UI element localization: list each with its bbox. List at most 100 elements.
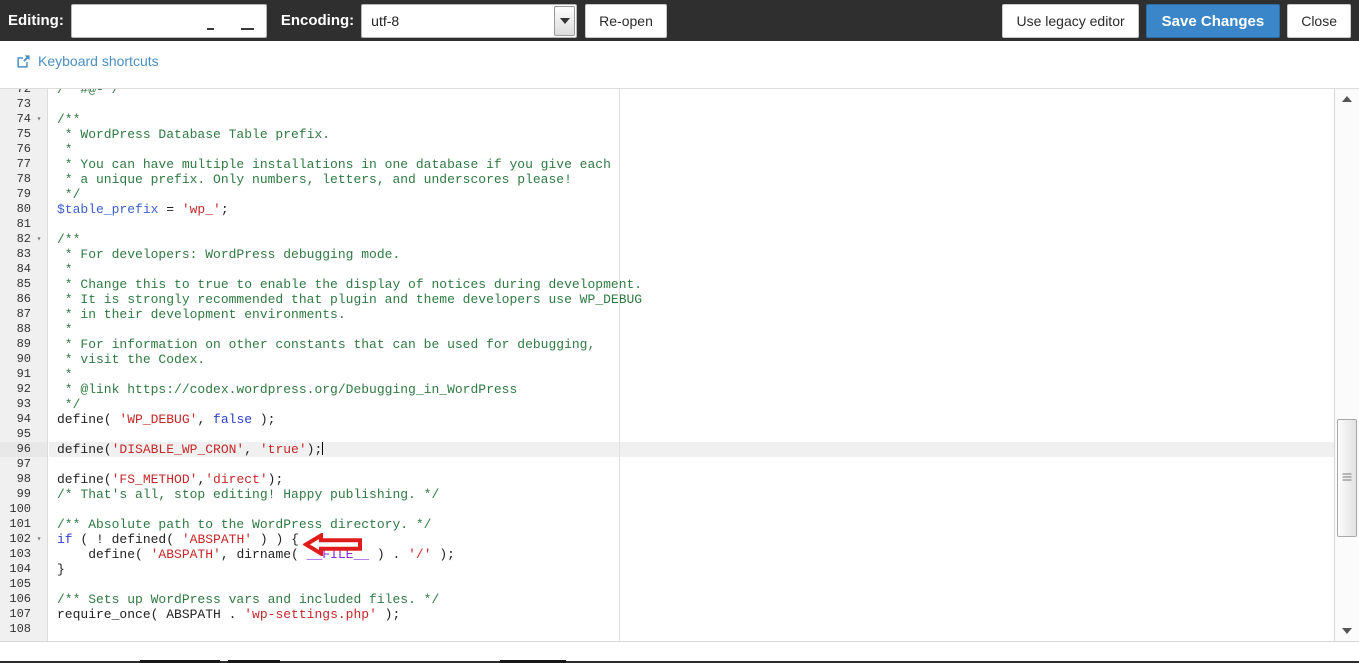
line-number[interactable]: 94: [0, 412, 47, 427]
line-number[interactable]: 79: [0, 187, 47, 202]
code-line[interactable]: *: [49, 322, 1334, 337]
code-token: );: [267, 472, 284, 487]
code-line[interactable]: /* That's all, stop editing! Happy publi…: [49, 487, 1334, 502]
line-number[interactable]: 101: [0, 517, 47, 532]
code-line[interactable]: define('FS_METHOD','direct');: [49, 472, 1334, 487]
line-number[interactable]: 98: [0, 472, 47, 487]
code-line[interactable]: define( 'WP_DEBUG', false );: [49, 412, 1334, 427]
close-button[interactable]: Close: [1287, 4, 1351, 38]
code-line[interactable]: * in their development environments.: [49, 307, 1334, 322]
scroll-down-button[interactable]: [1335, 621, 1359, 641]
code-line[interactable]: * It is strongly recommended that plugin…: [49, 292, 1334, 307]
scroll-up-button[interactable]: [1335, 89, 1359, 109]
code-line[interactable]: /** Absolute path to the WordPress direc…: [49, 517, 1334, 532]
line-number[interactable]: 86: [0, 292, 47, 307]
code-line[interactable]: */: [49, 397, 1334, 412]
line-number[interactable]: 102 ▾: [0, 532, 47, 547]
reopen-button[interactable]: Re-open: [585, 3, 667, 38]
line-number[interactable]: 85: [0, 277, 47, 292]
line-number[interactable]: 93: [0, 397, 47, 412]
line-number[interactable]: 82 ▾: [0, 232, 47, 247]
line-number[interactable]: 76: [0, 142, 47, 157]
use-legacy-editor-button[interactable]: Use legacy editor: [1002, 4, 1139, 38]
line-number[interactable]: 103: [0, 547, 47, 562]
code-line[interactable]: [49, 622, 1334, 637]
line-number[interactable]: 84: [0, 262, 47, 277]
code-line[interactable]: if ( ! defined( 'ABSPATH' ) ) {: [49, 532, 1334, 547]
code-line[interactable]: }: [49, 562, 1334, 577]
code-line[interactable]: /**#@-*/: [49, 89, 1334, 97]
line-number[interactable]: 95: [0, 427, 47, 442]
code-line[interactable]: * WordPress Database Table prefix.: [49, 127, 1334, 142]
code-line[interactable]: */: [49, 187, 1334, 202]
code-line[interactable]: [49, 457, 1334, 472]
line-number[interactable]: 99: [0, 487, 47, 502]
code-line[interactable]: * a unique prefix. Only numbers, letters…: [49, 172, 1334, 187]
code-line[interactable]: [49, 217, 1334, 232]
line-number[interactable]: 87: [0, 307, 47, 322]
code-token: define(: [57, 547, 151, 562]
line-number[interactable]: 88: [0, 322, 47, 337]
code-token: }: [57, 562, 65, 577]
line-number-label: 87: [16, 307, 31, 321]
line-number[interactable]: 90: [0, 352, 47, 367]
line-number[interactable]: 74 ▾: [0, 112, 47, 127]
line-number[interactable]: 106: [0, 592, 47, 607]
line-number[interactable]: 92: [0, 382, 47, 397]
line-number-label: 77: [16, 157, 31, 171]
keyboard-shortcuts-link[interactable]: Keyboard shortcuts: [16, 53, 159, 69]
line-number[interactable]: 97: [0, 457, 47, 472]
line-number-label: 96: [16, 442, 31, 456]
code-line[interactable]: require_once( ABSPATH . 'wp-settings.php…: [49, 607, 1334, 622]
code-line[interactable]: [49, 502, 1334, 517]
line-number-label: 79: [16, 187, 31, 201]
code-line[interactable]: [49, 577, 1334, 592]
code-editor[interactable]: 72 73 74 ▾ 75 76 77 78 79 80 81 82 ▾ 83 84 85 86 87 88 89 90…: [0, 89, 1359, 641]
code-line[interactable]: $table_prefix = 'wp_';: [49, 202, 1334, 217]
save-changes-button[interactable]: Save Changes: [1145, 4, 1281, 38]
code-line[interactable]: [49, 427, 1334, 442]
line-number[interactable]: 80: [0, 202, 47, 217]
code-line[interactable]: *: [49, 367, 1334, 382]
code-fold-toggle-icon[interactable]: ▾: [34, 532, 44, 547]
code-line[interactable]: * For developers: WordPress debugging mo…: [49, 247, 1334, 262]
encoding-dropdown-button[interactable]: [554, 5, 576, 36]
code-line[interactable]: /**: [49, 232, 1334, 247]
code-line[interactable]: * For information on other constants tha…: [49, 337, 1334, 352]
code-line[interactable]: define( 'ABSPATH', dirname( __FILE__ ) .…: [49, 547, 1334, 562]
code-fold-toggle-icon[interactable]: ▾: [34, 112, 44, 127]
scrollbar-thumb[interactable]: [1337, 419, 1357, 537]
code-line[interactable]: [49, 97, 1334, 112]
line-number[interactable]: 77: [0, 157, 47, 172]
code-token: );: [431, 547, 455, 562]
code-line[interactable]: *: [49, 262, 1334, 277]
line-number[interactable]: 104: [0, 562, 47, 577]
line-number[interactable]: 78: [0, 172, 47, 187]
line-number[interactable]: 83: [0, 247, 47, 262]
line-number[interactable]: 72: [0, 89, 47, 97]
vertical-scrollbar[interactable]: [1334, 89, 1359, 641]
code-line[interactable]: * You can have multiple installations in…: [49, 157, 1334, 172]
code-line[interactable]: * visit the Codex.: [49, 352, 1334, 367]
code-line[interactable]: *: [49, 142, 1334, 157]
code-line[interactable]: * Change this to true to enable the disp…: [49, 277, 1334, 292]
code-line[interactable]: /** Sets up WordPress vars and included …: [49, 592, 1334, 607]
line-number[interactable]: 105: [0, 577, 47, 592]
editing-filename-input[interactable]: [70, 3, 267, 38]
line-number[interactable]: 75: [0, 127, 47, 142]
code-fold-toggle-icon[interactable]: ▾: [34, 232, 44, 247]
line-number[interactable]: 107: [0, 607, 47, 622]
scroll-up-arrow-icon: [1342, 96, 1352, 102]
line-number[interactable]: 91: [0, 367, 47, 382]
line-number[interactable]: 89: [0, 337, 47, 352]
line-number[interactable]: 96: [0, 442, 47, 457]
encoding-select[interactable]: utf-8: [361, 3, 578, 38]
code-content[interactable]: /**#@-*/ /** * WordPress Database Table …: [49, 89, 1334, 641]
code-line[interactable]: define('DISABLE_WP_CRON', 'true');: [49, 442, 1334, 457]
line-number[interactable]: 100: [0, 502, 47, 517]
line-number[interactable]: 73: [0, 97, 47, 112]
line-number[interactable]: 108: [0, 622, 47, 637]
line-number[interactable]: 81: [0, 217, 47, 232]
code-line[interactable]: /**: [49, 112, 1334, 127]
code-line[interactable]: * @link https://codex.wordpress.org/Debu…: [49, 382, 1334, 397]
